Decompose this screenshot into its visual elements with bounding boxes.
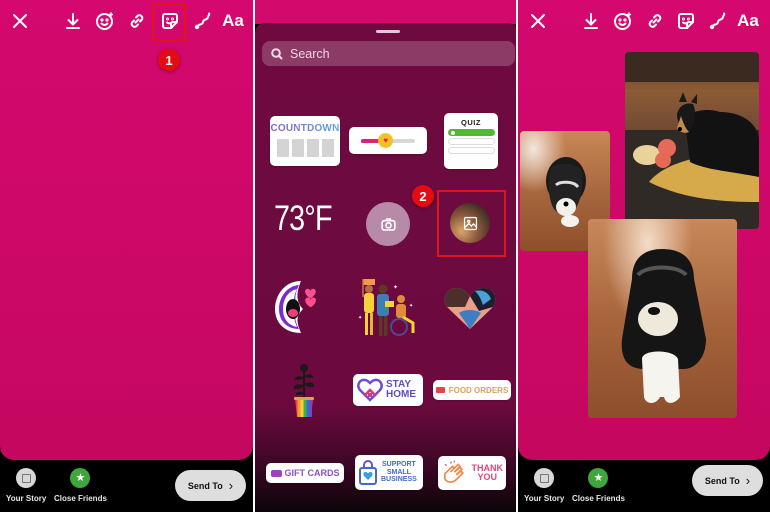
photo-sticker-puppy-large[interactable] [588, 219, 737, 418]
story-canvas[interactable] [0, 0, 253, 460]
send-to-button[interactable]: Send To › [692, 465, 763, 496]
support-line2: SMALL [386, 468, 411, 476]
sticker-tray [255, 23, 518, 512]
star-icon: ★ [70, 468, 91, 488]
link-icon[interactable] [124, 8, 150, 34]
close-friends-button[interactable]: ★ Close Friends [54, 468, 107, 503]
countdown-label: COUNTDOWN [270, 123, 340, 134]
quiz-sticker[interactable]: QUIZ [444, 113, 498, 169]
food-orders-label: FOOD ORDERS [448, 385, 509, 395]
temperature-sticker[interactable]: 73°F [274, 199, 332, 239]
your-story-avatar [534, 468, 555, 488]
your-story-label: Your Story [524, 494, 565, 503]
your-story-avatar [16, 468, 37, 488]
send-to-label: Send To [704, 475, 740, 486]
chevron-right-icon: › [228, 478, 234, 493]
support-small-business-sticker[interactable]: SUPPORT SMALL BUSINESS [355, 455, 423, 490]
svg-text:✦: ✦ [358, 315, 362, 321]
sticker-search-input[interactable] [290, 46, 490, 61]
download-icon[interactable] [60, 8, 86, 34]
star-icon: ★ [588, 468, 609, 488]
stay-home-line2: HOME [386, 389, 416, 400]
share-bar: Your Story ★ Close Friends Send To › [518, 460, 770, 512]
quiz-label: QUIZ [461, 118, 481, 127]
clapping-hands-icon [443, 460, 465, 483]
shopping-bag-icon [359, 459, 377, 485]
heart-hug-sticker[interactable] [443, 285, 497, 331]
send-to-button[interactable]: Send To › [175, 470, 246, 501]
close-friends-label: Close Friends [54, 494, 107, 503]
chevron-right-icon: › [745, 473, 751, 488]
support-line3: BUSINESS [381, 476, 417, 484]
thank-you-sticker[interactable]: THANK YOU [438, 456, 506, 490]
story-editor-step-1: Aa 1 Your Story ★ Close Friends Send To … [0, 0, 253, 512]
close-icon[interactable] [525, 8, 551, 34]
heart-house-icon [357, 378, 383, 402]
send-to-label: Send To [187, 480, 223, 491]
sticker-search[interactable] [262, 41, 515, 66]
step-badge-2: 2 [412, 185, 434, 207]
photo-sticker-dog-on-bed[interactable] [625, 52, 759, 229]
shouting-mouth-sticker[interactable] [273, 277, 323, 337]
story-canvas-peek [255, 0, 518, 24]
step-badge-1: 1 [158, 49, 180, 71]
close-friends-label: Close Friends [572, 494, 625, 503]
face-effects-icon[interactable] [610, 8, 636, 34]
countdown-sticker[interactable]: COUNTDOWN [270, 116, 340, 166]
search-icon [271, 47, 283, 60]
your-story-label: Your Story [6, 494, 47, 503]
download-icon[interactable] [578, 8, 604, 34]
your-story-button[interactable]: Your Story [524, 468, 564, 503]
story-editor-step-3: Aa Your Story ★ Close Friends Send To › [518, 0, 770, 512]
sticker-icon-highlight [152, 3, 186, 41]
text-tool-button[interactable]: Aa [736, 8, 760, 34]
gift-cards-label: GIFT CARDS [284, 468, 340, 478]
text-tool-button[interactable]: Aa [221, 8, 245, 34]
gift-card-icon [270, 469, 282, 477]
drag-handle[interactable] [376, 30, 400, 33]
face-effects-icon[interactable] [92, 8, 118, 34]
share-bar: Your Story ★ Close Friends Send To › [0, 460, 253, 512]
food-orders-sticker[interactable]: FOOD ORDERS [433, 380, 511, 400]
link-icon[interactable] [642, 8, 668, 34]
draw-icon[interactable] [190, 8, 216, 34]
delivery-truck-icon [435, 387, 445, 393]
draw-icon[interactable] [705, 8, 731, 34]
close-icon[interactable] [7, 8, 33, 34]
sticker-icon[interactable] [673, 8, 699, 34]
thank-line2: YOU [477, 472, 497, 482]
your-story-button[interactable]: Your Story [6, 468, 46, 503]
story-toolbar: Aa [518, 8, 770, 34]
gallery-sticker-highlight [437, 190, 506, 257]
emoji-slider-sticker[interactable]: ♥ [349, 127, 427, 154]
camera-sticker[interactable] [366, 202, 410, 246]
rainbow-plant-sticker[interactable] [291, 362, 317, 418]
svg-text:✦: ✦ [393, 284, 398, 291]
sticker-tray-step-2: COUNTDOWN ♥ QUIZ 73°F 2 [255, 0, 518, 512]
support-line1: SUPPORT [381, 461, 416, 469]
gift-cards-sticker[interactable]: GIFT CARDS [266, 463, 344, 483]
stay-home-sticker[interactable]: STAY HOME [353, 374, 423, 406]
community-people-sticker[interactable]: ✦ ✦ ✦ [355, 277, 421, 339]
story-toolbar: Aa [0, 8, 253, 34]
svg-text:✦: ✦ [409, 303, 413, 309]
camera-icon [380, 217, 396, 231]
heart-eyes-emoji-icon: ♥ [378, 132, 394, 148]
close-friends-button[interactable]: ★ Close Friends [572, 468, 625, 503]
